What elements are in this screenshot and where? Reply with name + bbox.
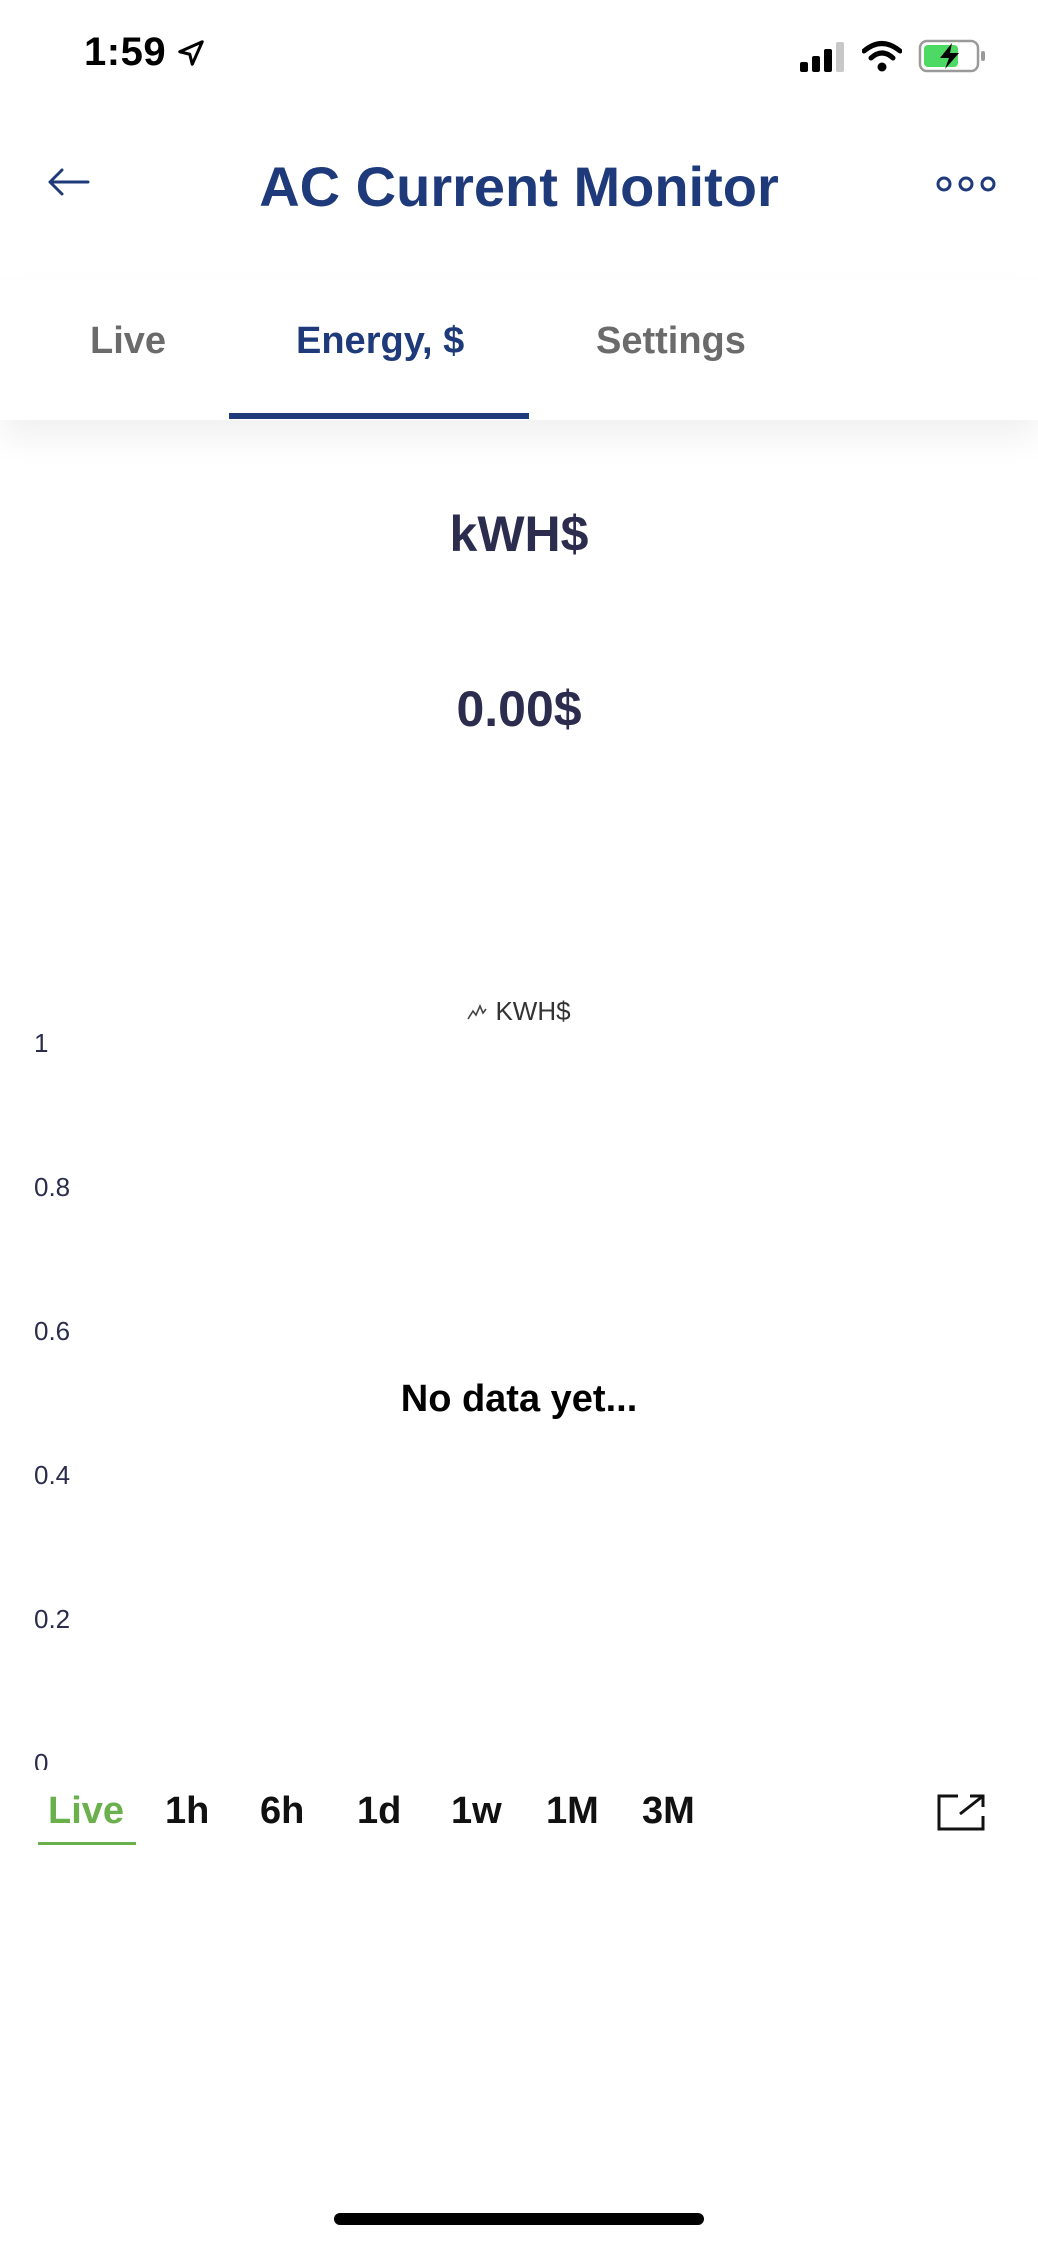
- energy-cost-value: 0.00$: [456, 681, 582, 737]
- line-chart-icon: [467, 1004, 488, 1020]
- range-1h-button[interactable]: 1h: [165, 1790, 209, 1833]
- y-tick-label: 0.8: [34, 1172, 71, 1202]
- range-1m-button[interactable]: 1M: [546, 1790, 599, 1833]
- y-tick-label: 1: [34, 1028, 49, 1058]
- y-tick-label: 0.4: [34, 1460, 71, 1490]
- status-bar: 1:59: [0, 0, 1038, 110]
- y-tick-label: 0: [34, 1748, 49, 1770]
- range-6h-button[interactable]: 6h: [260, 1790, 304, 1833]
- legend-label: KWH$: [495, 996, 571, 1026]
- status-time: 1:59: [84, 30, 167, 74]
- active-tab-indicator: [229, 413, 529, 419]
- wifi-icon: [862, 41, 902, 72]
- range-1w-button[interactable]: 1w: [451, 1790, 502, 1833]
- y-tick-label: 0.6: [34, 1316, 71, 1346]
- tab-bar: Live Energy, $ Settings: [0, 280, 1038, 420]
- cellular-signal-icon: [800, 42, 844, 72]
- active-range-indicator: [38, 1842, 136, 1845]
- y-tick-label: 0.2: [34, 1604, 71, 1634]
- time-range-selector: Live 1h 6h 1d 1w 1M 3M: [0, 1790, 1038, 1850]
- tab-energy[interactable]: Energy, $: [296, 320, 464, 363]
- more-horizontal-icon: [936, 176, 996, 192]
- tab-live[interactable]: Live: [90, 320, 166, 363]
- energy-chart: KWH$ 1 0.8 0.6 0.4 0.2 0 No data yet...: [0, 980, 1038, 1770]
- tab-settings[interactable]: Settings: [596, 320, 746, 363]
- home-indicator[interactable]: [334, 2213, 704, 2225]
- chart-legend[interactable]: KWH$: [0, 996, 1038, 1027]
- fullscreen-icon[interactable]: [936, 1792, 988, 1832]
- more-options-button[interactable]: [928, 164, 1004, 204]
- app-header: AC Current Monitor: [0, 110, 1038, 260]
- range-live-button[interactable]: Live: [48, 1790, 124, 1833]
- range-1d-button[interactable]: 1d: [357, 1790, 401, 1833]
- location-arrow-icon: [178, 40, 204, 66]
- chart-empty-message: No data yet...: [400, 1378, 638, 1420]
- battery-charging-icon: [918, 39, 985, 73]
- page-title: AC Current Monitor: [259, 155, 779, 218]
- energy-unit-label: kWH$: [449, 506, 589, 562]
- range-3m-button[interactable]: 3M: [642, 1790, 695, 1833]
